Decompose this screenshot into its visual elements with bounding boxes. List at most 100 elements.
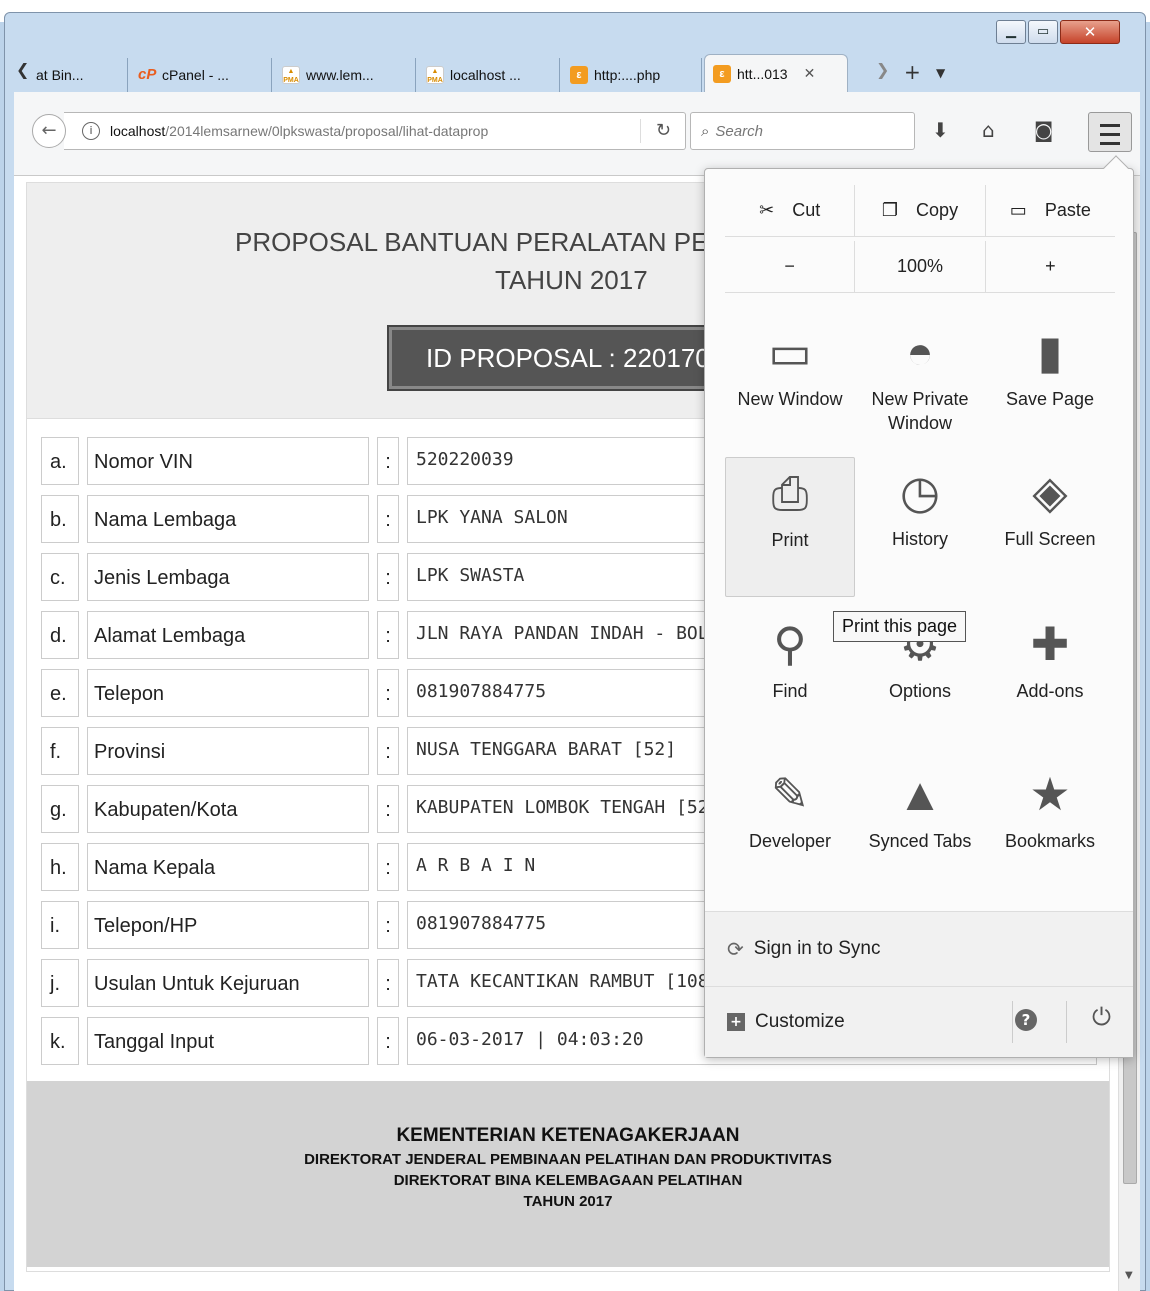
zoom-controls: − 100% + (725, 241, 1115, 293)
menu-item-label: Save Page (1005, 389, 1095, 409)
copy-button[interactable]: ❐ Copy (855, 185, 986, 236)
new-window-button[interactable]: ▭ New Window (725, 317, 855, 457)
help-icon[interactable]: ? (1015, 1009, 1037, 1031)
zoom-reset-button[interactable]: 100% (855, 241, 986, 292)
synced-tabs-button[interactable]: ▲ Synced Tabs (855, 759, 985, 899)
info-icon[interactable]: i (82, 122, 100, 140)
menu-item-label: History (891, 529, 948, 549)
row-label: Kabupaten/Kota (87, 785, 369, 833)
sign-in-to-sync-button[interactable]: ⟳ Sign in to Sync (705, 911, 1133, 987)
back-button[interactable]: ← (32, 114, 66, 148)
navigation-bar: i localhost/2014lemsarnew/0lpkswasta/pro… (14, 92, 1140, 176)
menu-item-label: Full Screen (1004, 529, 1096, 549)
row-index: e. (41, 669, 79, 717)
print-tooltip: Print this page (833, 611, 967, 642)
bookmarks-button[interactable]: ★ Bookmarks (985, 759, 1115, 899)
footer-ministry: KEMENTERIAN KETENAGAKERJAAN (396, 1125, 740, 1146)
menu-item-label: New Private Window (871, 389, 969, 433)
home-icon[interactable]: ⌂ (982, 118, 995, 142)
row-separator: : (377, 901, 399, 949)
pocket-icon[interactable]: ◙ (1034, 118, 1053, 142)
maximize-button[interactable]: ▭ (1028, 20, 1058, 44)
wrench-icon: ✎ (770, 768, 810, 820)
printer-icon: ⎙ (771, 467, 809, 519)
puzzle-icon: ✚ (1030, 618, 1070, 670)
row-label: Telepon/HP (87, 901, 369, 949)
edit-controls: ✂ Cut ❐ Copy ▭ Paste (725, 185, 1115, 237)
sync-icon: ⟳ (727, 938, 744, 961)
browser-window: ▁ ▭ ✕ ❮ at Bin... cP cPanel - ... ▲ PMA w… (0, 0, 1150, 1291)
customize-label: Customize (755, 1011, 845, 1032)
footer-directorate-general: DIREKTORAT JENDERAL PEMBINAAN PELATIHAN … (304, 1151, 832, 1168)
menu-item-label: New Window (737, 389, 843, 409)
page-footer: KEMENTERIAN KETENAGAKERJAAN DIREKTORAT J… (27, 1081, 1109, 1267)
tab-label: cPanel - ... (162, 67, 229, 83)
reload-icon[interactable]: ↻ (656, 120, 671, 141)
row-label: Jenis Lembaga (87, 553, 369, 601)
zoom-out-button[interactable]: − (725, 241, 856, 292)
tab-1[interactable]: at Bin... (28, 58, 128, 92)
save-page-icon: ▮ (1037, 326, 1063, 378)
tab-6-active[interactable]: ε htt...013 ✕ (704, 54, 848, 92)
row-separator: : (377, 553, 399, 601)
row-label: Provinsi (87, 727, 369, 775)
scroll-down-arrow-icon[interactable]: ▼ (1125, 1270, 1133, 1281)
address-bar[interactable]: i localhost/2014lemsarnew/0lpkswasta/pro… (64, 112, 686, 150)
print-button[interactable]: ⎙ Print (725, 457, 855, 597)
developer-button[interactable]: ✎ Developer (725, 759, 855, 899)
codeigniter-icon: ε (570, 66, 588, 84)
tab-5[interactable]: ε http:....php (562, 58, 702, 92)
customize-plus-icon: + (727, 1013, 745, 1031)
new-tab-icon[interactable]: + (904, 60, 921, 84)
close-tab-icon[interactable]: ✕ (804, 65, 816, 82)
star-icon: ★ (1029, 768, 1071, 820)
open-menu-button[interactable] (1088, 112, 1132, 152)
footer-year: TAHUN 2017 (523, 1193, 613, 1210)
tab-2[interactable]: cP cPanel - ... (130, 58, 272, 92)
menu-item-label: Bookmarks (1004, 831, 1096, 851)
close-window-button[interactable]: ✕ (1060, 20, 1120, 44)
row-index: c. (41, 553, 79, 601)
cut-button[interactable]: ✂ Cut (725, 185, 856, 236)
new-private-window-button[interactable]: ◓ New Private Window (855, 317, 985, 457)
url-text[interactable]: localhost/2014lemsarnew/0lpkswasta/propo… (110, 123, 590, 139)
row-label: Usulan Untuk Kejuruan (87, 959, 369, 1007)
search-placeholder: Search (715, 122, 763, 140)
row-index: d. (41, 611, 79, 659)
paste-label: Paste (1044, 200, 1091, 220)
download-icon[interactable]: ⬇ (932, 118, 949, 142)
history-button[interactable]: ◷ History (855, 457, 985, 597)
add-ons-button[interactable]: ✚ Add-ons (985, 609, 1115, 749)
customize-button[interactable]: + Customize ? ⏻ (705, 987, 1133, 1057)
search-icon: ⌕ (701, 122, 710, 140)
tab-label: localhost ... (450, 67, 521, 83)
full-screen-button[interactable]: ◈ Full Screen (985, 457, 1115, 597)
save-page-button[interactable]: ▮ Save Page (985, 317, 1115, 457)
footer-divider (1012, 1001, 1013, 1043)
footer-divider (1066, 1001, 1067, 1043)
minimize-button[interactable]: ▁ (996, 20, 1026, 44)
row-separator: : (377, 437, 399, 485)
row-separator: : (377, 495, 399, 543)
row-index: f. (41, 727, 79, 775)
row-index: h. (41, 843, 79, 891)
paste-button[interactable]: ▭ Paste (986, 185, 1115, 236)
url-path: /2014lemsarnew/0lpkswasta/proposal/lihat… (165, 123, 489, 139)
power-icon[interactable]: ⏻ (1092, 1003, 1111, 1031)
clock-icon: ◷ (899, 466, 941, 518)
tab-3[interactable]: ▲ PMA www.lem... (274, 58, 416, 92)
cpanel-icon: cP (138, 66, 157, 83)
tab-4[interactable]: ▲ PMA localhost ... (418, 58, 560, 92)
row-index: a. (41, 437, 79, 485)
tab-list-chevron-icon[interactable]: ▼ (936, 66, 945, 80)
search-input[interactable]: ⌕ Search (690, 112, 915, 150)
zoom-in-button[interactable]: + (986, 241, 1115, 292)
row-separator: : (377, 611, 399, 659)
scissors-icon: ✂ (759, 200, 775, 220)
menu-item-label: Add-ons (1016, 681, 1084, 701)
row-separator: : (377, 959, 399, 1007)
cut-label: Cut (792, 200, 821, 220)
tab-scroll-right-icon[interactable]: ❯ (876, 60, 889, 79)
sign-in-label: Sign in to Sync (753, 938, 881, 959)
pma-icon: ▲ PMA (282, 66, 300, 84)
